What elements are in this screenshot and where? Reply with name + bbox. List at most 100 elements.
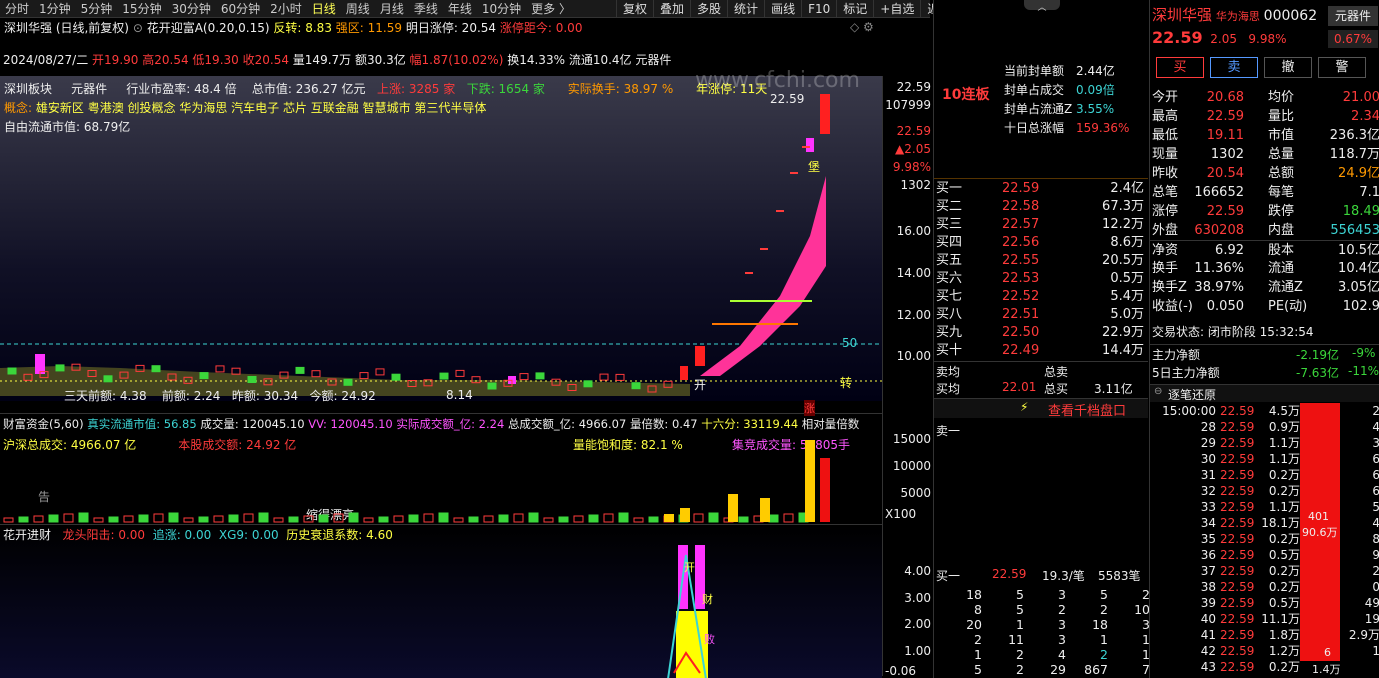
tick-row: 32 22.59 0.2万 <box>1200 484 1300 498</box>
period-tab[interactable]: 日线 <box>307 0 341 17</box>
quote-row: 最低 19.11 市值 236.3亿 <box>1152 128 1379 143</box>
candle <box>7 367 17 375</box>
concepts-row: 概念: 雄安新区 粤港澳 创投概念 华为海思 汽车电子 芯片 互联金融 智慧城市… <box>4 101 487 115</box>
quote-row: 总笔 166652 每笔 7.1 <box>1152 185 1379 200</box>
period-tab[interactable]: 周线 <box>341 0 375 17</box>
volume-bar <box>198 516 209 523</box>
bar-label: 401 <box>1308 510 1329 523</box>
volume-bar <box>543 517 554 523</box>
period-tab[interactable]: 1分钟 <box>34 0 76 17</box>
tick-row: 33 22.59 1.1万 <box>1200 500 1300 514</box>
axis-label: 1302 <box>900 178 931 192</box>
tick-col-value: 5 <box>1372 500 1379 514</box>
gear-icon[interactable]: ⊙ <box>133 21 143 35</box>
indicator-pane[interactable]: 花开进财 龙头阳击: 0.00 追涨: 0.00 XG9: 0.00 历史衰退系… <box>0 524 882 678</box>
axis-label: 4.00 <box>904 564 931 578</box>
bid-row[interactable]: 买十 22.49 14.4万 <box>934 342 1148 360</box>
thousand-button[interactable]: ⚡ 查看千档盘口 <box>934 398 1148 419</box>
sector-tag[interactable]: 元器件 <box>1328 6 1378 26</box>
bid-row[interactable]: 买六 22.53 0.5万 <box>934 270 1148 288</box>
volume-bar <box>48 514 59 523</box>
volume-bar <box>664 514 674 522</box>
candle <box>231 367 241 375</box>
queue-row: 20 1 3 18 3 <box>966 617 1150 632</box>
volume-bar <box>63 513 74 523</box>
cancel-button[interactable]: 撤 <box>1264 57 1312 78</box>
candle <box>615 373 625 381</box>
tick-col-value: 19 <box>1364 612 1379 626</box>
period-tab[interactable]: 分时 <box>0 0 34 17</box>
toolbar-action[interactable]: 复权 <box>616 0 653 18</box>
volume-bar <box>483 515 494 523</box>
quote-row: 净资 6.92 股本 10.5亿 <box>1150 240 1379 259</box>
toolbar-action[interactable]: 统计 <box>727 0 764 18</box>
quote-row: 现量 1302 总量 118.7万 <box>1152 147 1379 162</box>
toolbar-action[interactable]: 标记 <box>836 0 873 18</box>
queue-row: 18 5 3 5 2 <box>966 587 1150 602</box>
candle <box>776 210 784 212</box>
volume-bar <box>318 514 329 523</box>
bid-row[interactable]: 买三 22.57 12.2万 <box>934 216 1148 234</box>
volume-bar <box>618 512 629 523</box>
bid-row[interactable]: 买九 22.50 22.9万 <box>934 324 1148 342</box>
toolbar-action[interactable]: F10 <box>801 0 836 18</box>
period-tab[interactable]: 月线 <box>375 0 409 17</box>
axis-label: 10.00 <box>896 349 931 363</box>
axis-label: 15000 <box>892 432 931 446</box>
tick-col-value: 4 <box>1372 420 1379 434</box>
candle <box>802 146 810 148</box>
quote-row: 收益(-) 0.050 PE(动) 102.9 <box>1152 299 1379 314</box>
bid-row[interactable]: 买七 22.52 5.4万 <box>934 288 1148 306</box>
volume-bar <box>78 512 89 523</box>
volume-bar <box>680 508 690 522</box>
candle <box>790 172 798 174</box>
period-tab[interactable]: 10分钟 <box>477 0 526 17</box>
small-pct: 0.67% <box>1328 30 1378 48</box>
price-axis: 22.59 107999 22.59 ▲2.05 9.98% 1302 16.0… <box>882 76 932 678</box>
volume-bar <box>348 512 359 523</box>
kline-chart[interactable]: 深圳板块 元器件 行业市盈率: 48.4 倍 总市值: 236.27 亿元 上涨… <box>0 68 882 403</box>
bid-row[interactable]: 买八 22.51 5.0万 <box>934 306 1148 324</box>
candle <box>151 365 161 373</box>
bid-row[interactable]: 买一 22.59 2.4亿 <box>934 180 1148 198</box>
sell-button[interactable]: 卖 <box>1210 57 1258 78</box>
candle <box>487 382 497 390</box>
low-label: 8.14 <box>446 388 473 402</box>
alert-button[interactable]: 警 <box>1318 57 1366 78</box>
period-tab[interactable]: 2小时 <box>265 0 307 17</box>
toolbar-action[interactable]: +自选 <box>873 0 920 18</box>
settings-icon[interactable]: ◇ ⚙ <box>850 20 874 34</box>
volume-pane[interactable]: 财富资金(5,60) 真实流通市值: 56.85 成交量: 120045.10 … <box>0 400 882 523</box>
period-tab[interactable]: 15分钟 <box>117 0 166 17</box>
period-tab[interactable]: 更多 〉 <box>526 0 576 17</box>
toolbar-action[interactable]: 画线 <box>764 0 801 18</box>
bid-row[interactable]: 买五 22.55 20.5万 <box>934 252 1148 270</box>
volume-bar <box>633 517 644 523</box>
tick-row: 36 22.59 0.5万 <box>1200 548 1300 562</box>
axis-label: 2.00 <box>904 617 931 631</box>
candle <box>391 373 401 381</box>
axis-label: 22.59 <box>896 124 931 138</box>
volume-bar <box>820 458 830 522</box>
period-tab[interactable]: 5分钟 <box>76 0 118 17</box>
period-tab[interactable]: 60分钟 <box>216 0 265 17</box>
tick-header[interactable]: ⊖ 逐笔还原 <box>1150 384 1379 402</box>
collapse-up-icon[interactable]: ︿ <box>1024 0 1060 13</box>
buy-button[interactable]: 买 <box>1156 57 1204 78</box>
price-row: 22.59 2.05 9.98% <box>1152 28 1287 47</box>
tick-col-value: 6 <box>1372 452 1379 466</box>
candle <box>519 373 529 381</box>
period-tab[interactable]: 30分钟 <box>167 0 216 17</box>
volume-bar <box>168 512 179 523</box>
cai-marker: 财 <box>702 593 713 606</box>
tick-col-value: 2 <box>1372 564 1379 578</box>
bid-row[interactable]: 买四 22.56 8.6万 <box>934 234 1148 252</box>
period-tab[interactable]: 季线 <box>409 0 443 17</box>
toolbar-action[interactable]: 多股 <box>690 0 727 18</box>
tick-row: 29 22.59 1.1万 <box>1200 436 1300 450</box>
toolbar-action[interactable]: 叠加 <box>653 0 690 18</box>
period-tab[interactable]: 年线 <box>443 0 477 17</box>
volume-bar <box>453 517 464 523</box>
seal-row: 当前封单额 2.44亿 <box>1004 64 1115 78</box>
bid-row[interactable]: 买二 22.58 67.3万 <box>934 198 1148 216</box>
